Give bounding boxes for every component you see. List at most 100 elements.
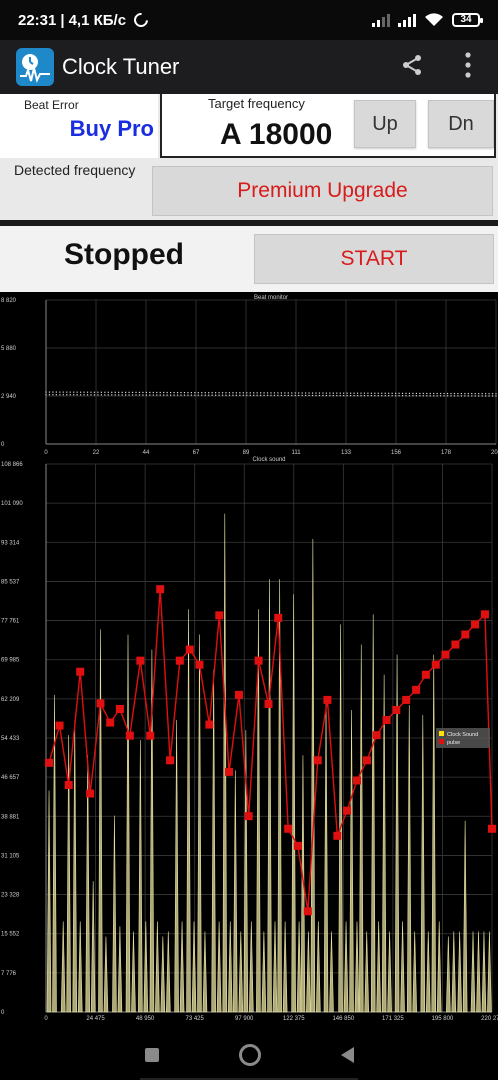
beat-monitor-point (329, 394, 331, 397)
pulse-point (76, 667, 85, 676)
back-icon[interactable] (340, 1047, 354, 1063)
beat-monitor-point (208, 392, 210, 394)
pulse-point (205, 720, 214, 729)
beat-monitor-point (429, 395, 431, 397)
beat-monitor-point (318, 394, 321, 397)
beat-monitor-point (173, 394, 175, 396)
beat-monitor-point (474, 393, 476, 395)
start-button[interactable]: START (254, 234, 494, 284)
clock-sound-y-tick: 77 761 (1, 619, 20, 625)
beat-monitor-point (260, 394, 262, 396)
beat-monitor-point (408, 392, 411, 395)
clock-sound-spike (431, 654, 437, 1013)
clock-sound-spike (406, 704, 412, 1013)
beat-monitor-point (62, 394, 64, 396)
clock-sound-spike (376, 921, 381, 1013)
beat-monitor-point (80, 391, 82, 393)
clock-sound-spike (261, 931, 267, 1013)
beat-monitor-point (415, 395, 417, 397)
down-button[interactable]: Dn (428, 100, 494, 148)
beat-monitor-point (114, 391, 116, 393)
clock-sound-spike (165, 931, 171, 1013)
beat-monitor-x-tick: 178 (441, 450, 452, 456)
beat-monitor-point (280, 394, 282, 396)
beat-monitor-point (173, 391, 175, 394)
clock-sound-spike (174, 720, 179, 1013)
pulse-point (215, 611, 224, 620)
beat-monitor-point (391, 392, 393, 394)
buy-pro-link[interactable]: Buy Pro (70, 116, 154, 142)
status-net-speed: 4,1 КБ/с (68, 11, 127, 29)
status-separator: | (60, 11, 65, 29)
target-frequency-label: Target frequency (208, 96, 305, 111)
more-menu-icon[interactable] (464, 51, 472, 83)
beat-monitor-point (239, 394, 241, 396)
beat-monitor-x-tick: 200 (491, 450, 498, 456)
beat-monitor-point (170, 394, 172, 396)
beat-monitor-point (239, 392, 241, 394)
beat-monitor-point (256, 394, 258, 396)
clock-sound-spike (323, 699, 329, 1013)
clock-sound-spike (131, 931, 136, 1013)
beat-monitor-point (336, 394, 338, 397)
beat-monitor-point (242, 394, 244, 396)
legend-swatch-pulse (439, 739, 444, 744)
beat-monitor-point (422, 395, 424, 397)
clock-sound-spike (310, 538, 316, 1013)
beat-monitor-point (76, 394, 78, 396)
clock-sound-title: Clock sound (252, 457, 285, 463)
beat-monitor-point (183, 394, 186, 396)
clock-sound-spike (46, 790, 52, 1013)
beat-monitor-point (401, 395, 404, 397)
beat-monitor-point (114, 394, 116, 396)
beat-monitor-point (305, 392, 307, 394)
beat-monitor-point (125, 394, 127, 396)
home-icon[interactable] (238, 1044, 261, 1066)
pulse-point (195, 660, 204, 669)
pulse-point (488, 824, 496, 833)
pulse-point (421, 670, 430, 679)
beat-monitor-point (485, 393, 487, 395)
beat-monitor-point (491, 395, 494, 397)
beat-monitor-point (467, 393, 469, 395)
beat-monitor-point (322, 394, 324, 397)
beat-monitor-point (86, 394, 89, 396)
beat-monitor-point (149, 394, 151, 396)
beat-monitor-point (301, 394, 303, 397)
clock-sound-spike (191, 921, 197, 1013)
pulse-point (146, 731, 155, 740)
clock-sound-spike (238, 931, 244, 1013)
clock-sound-spike (60, 921, 66, 1013)
beat-monitor-point (377, 395, 379, 397)
premium-upgrade-button[interactable]: Premium Upgrade (152, 166, 493, 216)
beat-monitor-point (180, 391, 182, 394)
beat-monitor-point (197, 392, 199, 394)
beat-monitor-point (453, 395, 456, 397)
clock-sound-spike (291, 594, 296, 1013)
beat-monitor-point (260, 392, 262, 394)
signal-2-icon (398, 13, 416, 27)
beat-monitor-point (360, 392, 362, 394)
beat-monitor-point (356, 394, 359, 397)
beat-monitor-point (121, 394, 123, 396)
status-bar: 22:31 | 4,1 КБ/с 34 (0, 0, 498, 40)
clock-sound-spike (72, 720, 78, 1013)
recents-icon[interactable] (144, 1048, 159, 1062)
target-frequency-box: Target frequency A 18000 Up Dn (160, 94, 496, 158)
beat-monitor-point (45, 391, 47, 393)
beat-monitor-point (339, 392, 341, 394)
do-not-disturb-icon (131, 10, 151, 30)
beat-monitor-x-tick: 44 (143, 450, 150, 456)
beat-monitor-point (249, 392, 251, 394)
beat-monitor-x-tick: 67 (193, 450, 200, 456)
beat-monitor-point (242, 392, 244, 394)
pulse-point (166, 756, 175, 765)
beat-monitor-point (59, 394, 61, 396)
legend-label-pulse: pulse (447, 740, 460, 746)
share-icon[interactable] (400, 53, 424, 82)
clock-sound-spike (117, 926, 123, 1013)
clock-sound-spike (103, 936, 109, 1013)
beat-monitor-point (100, 394, 102, 396)
beat-monitor-point (246, 394, 248, 396)
up-button[interactable]: Up (354, 100, 416, 148)
